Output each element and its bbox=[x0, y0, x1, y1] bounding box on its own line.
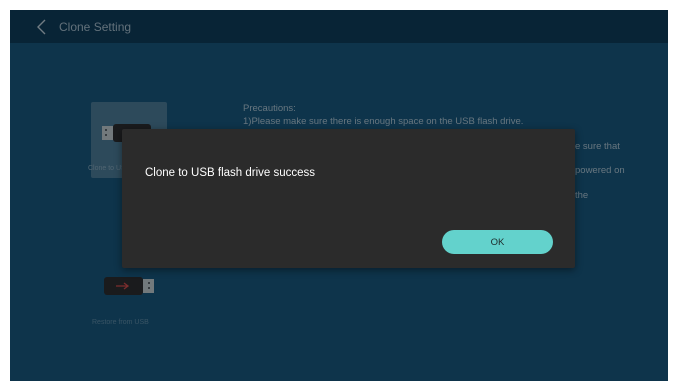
dialog-message: Clone to USB flash drive success bbox=[145, 167, 316, 179]
ok-button[interactable]: OK bbox=[442, 230, 553, 254]
clone-setting-screen: Clone Setting Clone to USB Precautions: … bbox=[10, 10, 668, 381]
success-dialog: Clone to USB flash drive success OK bbox=[122, 129, 575, 268]
